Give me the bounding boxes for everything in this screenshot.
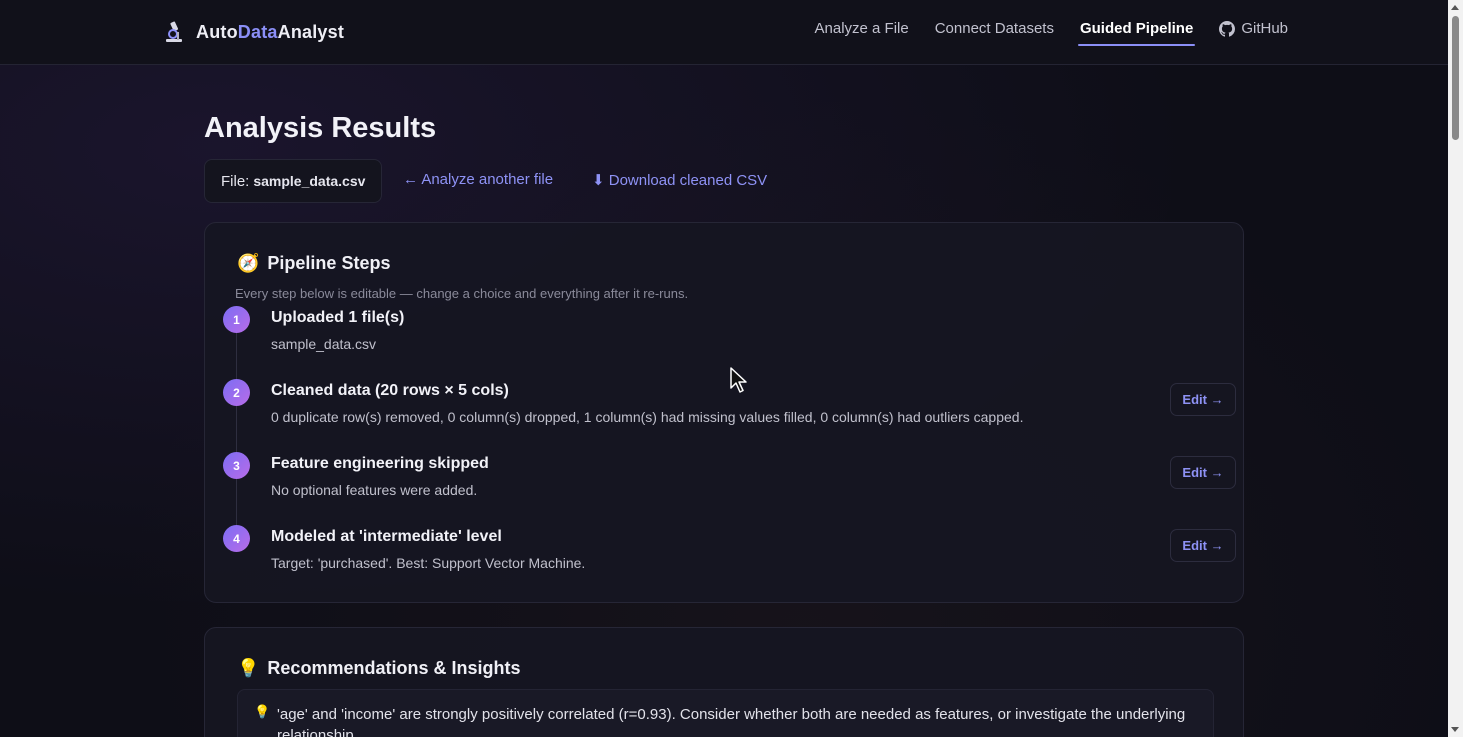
pipeline-card: 🧭 Pipeline Steps Every step below is edi… <box>204 222 1244 603</box>
step-number: 4 <box>223 525 250 552</box>
top-navbar: AutoDataAnalyst Analyze a File Connect D… <box>0 0 1448 65</box>
step-title: Cleaned data (20 rows × 5 cols) <box>271 382 509 399</box>
step-desc: Target: 'purchased'. Best: Support Vecto… <box>271 555 586 571</box>
nav-github[interactable]: GitHub <box>1219 20 1288 45</box>
insights-card: 💡 Recommendations & Insights 💡 'age' and… <box>204 627 1244 737</box>
file-chip: File: sample_data.csv <box>204 159 383 203</box>
pipeline-subtitle: Every step below is editable — change a … <box>235 286 689 301</box>
step-title: Feature engineering skipped <box>271 455 489 472</box>
download-csv-link[interactable]: ⬇ Download cleaned CSV <box>592 171 767 189</box>
nav-connect-datasets[interactable]: Connect Datasets <box>935 20 1054 45</box>
mouse-cursor-icon <box>730 367 747 393</box>
page-scrollbar[interactable] <box>1448 0 1463 737</box>
page-title: Analysis Results <box>204 112 437 144</box>
edit-modeling-button[interactable]: Edit → <box>1170 529 1236 562</box>
compass-icon: 🧭 <box>237 253 260 273</box>
file-label: File: <box>221 172 250 190</box>
scroll-thumb[interactable] <box>1452 16 1459 140</box>
step-desc: 0 duplicate row(s) removed, 0 column(s) … <box>271 409 1024 425</box>
steps-connector <box>236 323 237 548</box>
microscope-icon <box>166 21 182 42</box>
github-label: GitHub <box>1241 20 1288 37</box>
insights-title: 💡 Recommendations & Insights <box>237 658 521 678</box>
step-number: 3 <box>223 452 250 479</box>
step-desc: sample_data.csv <box>271 336 377 352</box>
edit-cleaning-button[interactable]: Edit → <box>1170 383 1236 416</box>
step-desc: No optional features were added. <box>271 482 478 498</box>
lightbulb-icon: 💡 <box>254 704 271 719</box>
step-title: Modeled at 'intermediate' level <box>271 528 502 545</box>
lightbulb-icon: 💡 <box>237 658 260 678</box>
file-name: sample_data.csv <box>253 173 366 189</box>
scroll-down-arrow-icon[interactable] <box>1451 727 1459 732</box>
pipeline-title: 🧭 Pipeline Steps <box>237 253 391 273</box>
nav-analyze-file[interactable]: Analyze a File <box>815 20 909 45</box>
github-icon <box>1219 20 1236 37</box>
scroll-up-arrow-icon[interactable] <box>1451 5 1459 10</box>
analyze-another-link[interactable]: ← Analyze another file <box>403 171 553 188</box>
insight-item: 💡 'age' and 'income' are strongly positi… <box>237 689 1214 737</box>
nav-guided-pipeline[interactable]: Guided Pipeline <box>1077 20 1196 46</box>
insight-text: 'age' and 'income' are strongly positive… <box>277 706 1186 737</box>
step-title: Uploaded 1 file(s) <box>271 309 405 326</box>
edit-features-button[interactable]: Edit → <box>1170 456 1236 489</box>
step-number: 1 <box>223 306 250 333</box>
step-number: 2 <box>223 379 250 406</box>
brand-logo[interactable]: AutoDataAnalyst <box>162 18 344 46</box>
brand-name: AutoDataAnalyst <box>196 21 345 42</box>
nav-links: Analyze a File Connect Datasets Guided P… <box>815 20 1288 46</box>
